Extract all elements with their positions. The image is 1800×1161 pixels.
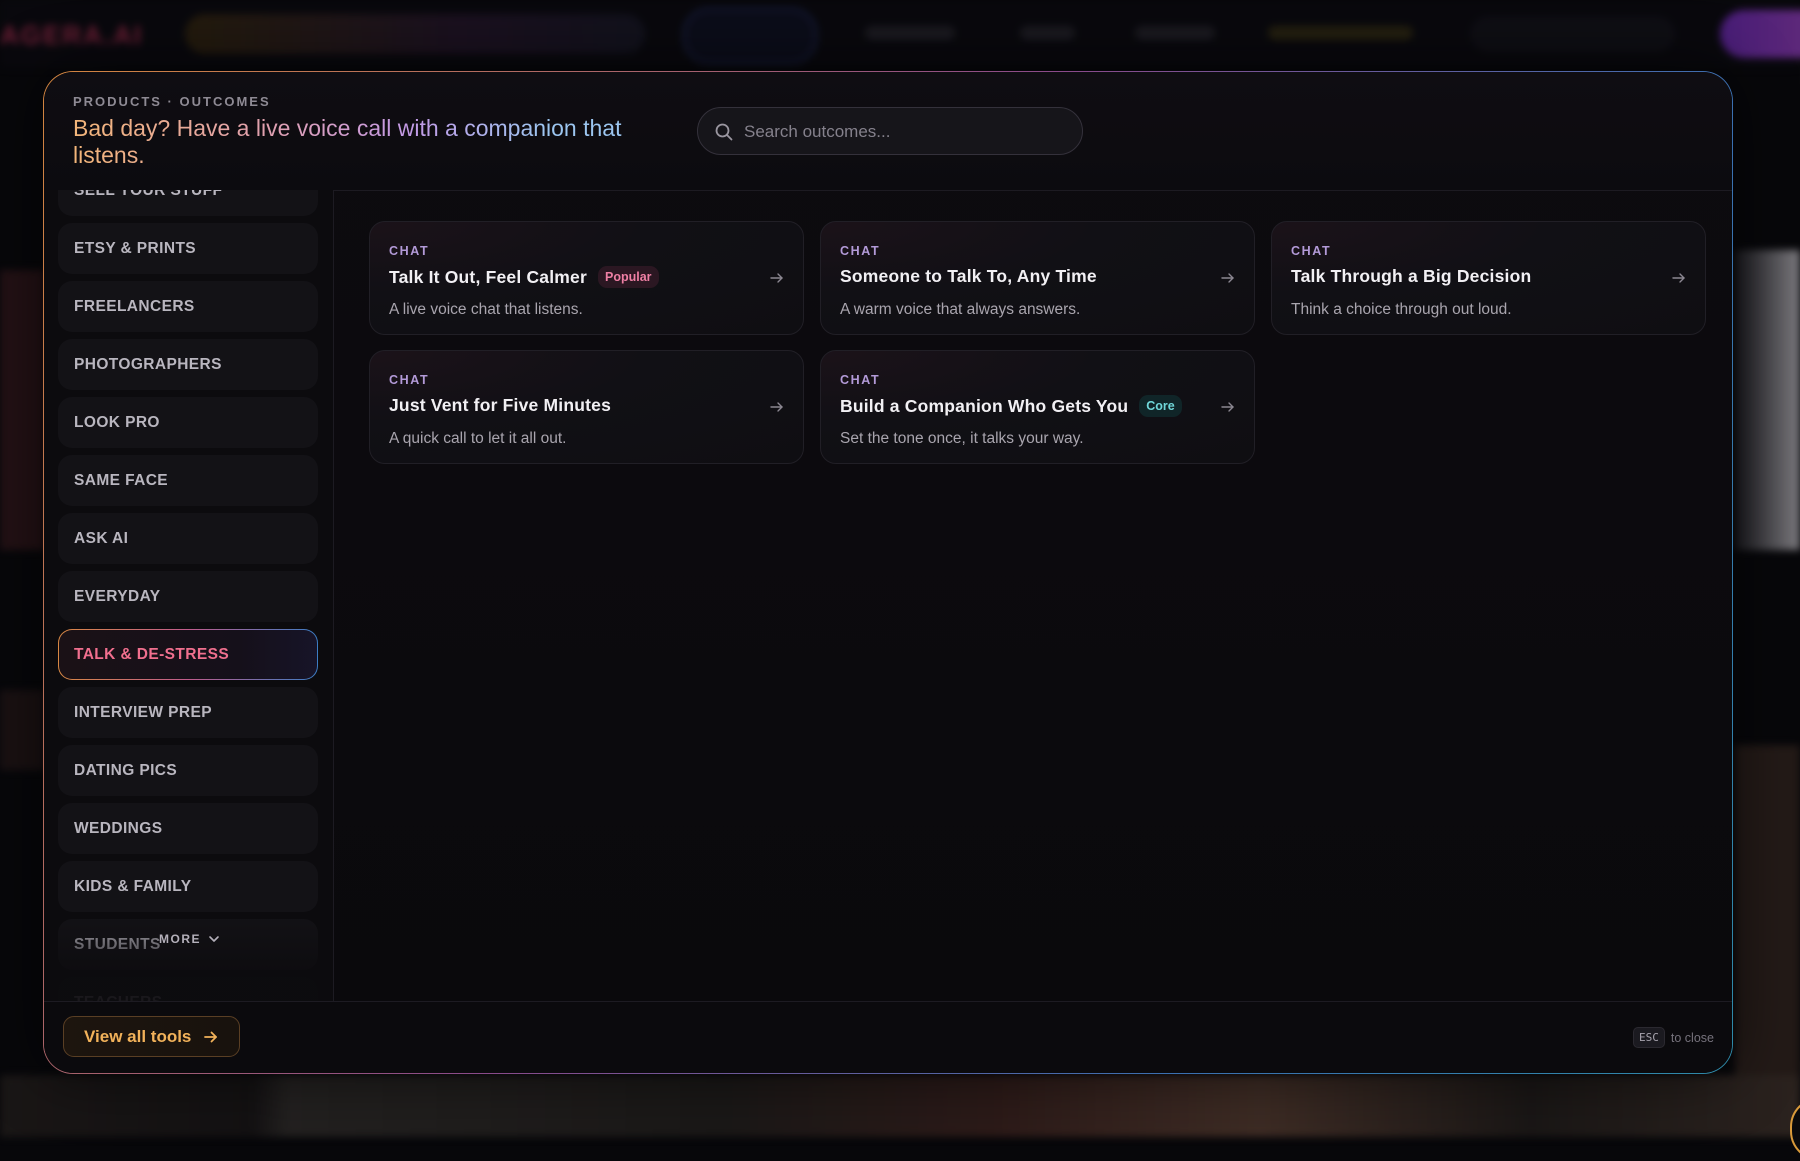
sidebar-item-label: KIDS & FAMILY xyxy=(74,877,192,895)
more-label: MORE xyxy=(159,932,201,946)
sidebar-item-everyday[interactable]: EVERYDAY xyxy=(58,571,318,622)
background-photo xyxy=(1735,745,1800,1075)
card-title-row: Talk Through a Big Decision xyxy=(1291,266,1531,287)
sidebar-item-label: TALK & DE-STRESS xyxy=(74,645,230,663)
outcome-card[interactable]: CHAT Talk Through a Big Decision Think a c… xyxy=(1271,221,1706,335)
card-tag: CHAT xyxy=(389,244,430,258)
card-tag: CHAT xyxy=(1291,244,1332,258)
sidebar-item-label: LOOK PRO xyxy=(74,413,160,431)
sidebar-item-label: SAME FACE xyxy=(74,471,169,489)
arrow-right-icon xyxy=(1221,273,1234,283)
sidebar-item-label: WEDDINGS xyxy=(74,819,163,837)
breadcrumb: PRODUCTS · OUTCOMES xyxy=(73,94,271,109)
background-search xyxy=(1470,16,1675,52)
card-description: Set the tone once, it talks your way. xyxy=(840,430,1084,447)
sidebar-item-weddings[interactable]: WEDDINGS xyxy=(58,803,318,854)
modal-header: PRODUCTS · OUTCOMES Bad day? Have a live… xyxy=(44,72,1732,191)
arrow-right-icon xyxy=(770,402,783,412)
headline: Bad day? Have a live voice call with a c… xyxy=(73,115,633,169)
sidebar-item-sell-your-stuff[interactable]: SELL YOUR STUFF xyxy=(58,190,318,216)
sidebar-item-dating-pics[interactable]: DATING PICS xyxy=(58,745,318,796)
background-promo-banner xyxy=(185,14,645,54)
category-sidebar[interactable]: SELL YOUR STUFF ETSY & PRINTS FREELANCERS P… xyxy=(44,190,334,1004)
esc-hint-text: to close xyxy=(1670,1030,1714,1045)
background-nav-item xyxy=(865,26,955,40)
outcome-card[interactable]: CHAT Talk It Out, Feel Calmer Popular A liv… xyxy=(369,221,804,335)
arrow-right-icon xyxy=(204,1031,218,1042)
search-box[interactable] xyxy=(697,107,1083,155)
search-icon xyxy=(715,123,733,141)
sidebar-item-etsy-prints[interactable]: ETSY & PRINTS xyxy=(58,223,318,274)
outcome-card[interactable]: CHAT Build a Companion Who Gets You Core Se… xyxy=(820,350,1255,464)
view-all-label: View all tools xyxy=(84,1026,192,1046)
search-input[interactable] xyxy=(742,108,1066,155)
card-tag: CHAT xyxy=(840,373,881,387)
card-title-row: Someone to Talk To, Any Time xyxy=(840,266,1097,287)
card-badge: Popular xyxy=(598,266,659,288)
card-title-row: Build a Companion Who Gets You Core xyxy=(840,395,1182,417)
background-products-button xyxy=(683,8,817,64)
card-description: A warm voice that always answers. xyxy=(840,301,1081,318)
sidebar-item-photographers[interactable]: PHOTOGRAPHERS xyxy=(58,339,318,390)
sidebar-item-label: ETSY & PRINTS xyxy=(74,239,197,257)
sidebar-item-label: DATING PICS xyxy=(74,761,178,779)
card-description: A live voice chat that listens. xyxy=(389,301,583,318)
background-nav-item xyxy=(1135,26,1215,40)
arrow-right-icon xyxy=(1221,402,1234,412)
card-badge: Core xyxy=(1139,395,1182,417)
card-title-row: Just Vent for Five Minutes xyxy=(389,395,611,416)
card-title: Build a Companion Who Gets You xyxy=(840,395,1129,416)
more-toggle[interactable]: MORE xyxy=(159,932,220,946)
sidebar-item-kids-family[interactable]: KIDS & FAMILY xyxy=(58,861,318,912)
card-description: A quick call to let it all out. xyxy=(389,430,567,447)
background-photo xyxy=(1735,250,1800,550)
outcome-card[interactable]: CHAT Just Vent for Five Minutes A quick ca… xyxy=(369,350,804,464)
sidebar-item-talk-de-stress[interactable]: TALK & DE-STRESS xyxy=(58,629,318,680)
card-tag: CHAT xyxy=(389,373,430,387)
background-photo-strip xyxy=(0,1075,1800,1137)
category-list: SELL YOUR STUFF ETSY & PRINTS FREELANCERS P… xyxy=(58,190,318,1004)
sidebar-item-label: ASK AI xyxy=(74,529,129,547)
card-title: Talk Through a Big Decision xyxy=(1291,266,1532,286)
sidebar-item-label: EVERYDAY xyxy=(74,587,161,605)
sidebar-item-label: STUDENTS xyxy=(74,935,161,953)
sidebar-item-ask-ai[interactable]: ASK AI xyxy=(58,513,318,564)
sidebar-item-same-face[interactable]: SAME FACE xyxy=(58,455,318,506)
sidebar-item-teachers[interactable]: TEACHERS xyxy=(58,977,318,1004)
esc-hint: ESC to close xyxy=(1633,1027,1714,1048)
card-title: Just Vent for Five Minutes xyxy=(389,395,612,415)
sidebar-item-label: INTERVIEW PREP xyxy=(74,703,212,721)
background-cta-button xyxy=(1720,10,1800,58)
modal-footer: View all tools ESC to close xyxy=(44,1001,1732,1073)
arrow-right-icon xyxy=(1672,273,1685,283)
card-description: Think a choice through out loud. xyxy=(1291,301,1512,318)
view-all-tools-button[interactable]: View all tools xyxy=(63,1016,241,1057)
card-title: Someone to Talk To, Any Time xyxy=(840,266,1097,286)
esc-key: ESC xyxy=(1633,1027,1665,1048)
background-photo xyxy=(0,690,45,770)
card-tag: CHAT xyxy=(840,244,881,258)
background-nav-item xyxy=(1268,26,1413,40)
sidebar-item-label: PHOTOGRAPHERS xyxy=(74,355,222,373)
background-photo xyxy=(0,270,45,550)
background-logo: AGERA.AI xyxy=(0,20,144,50)
chevron-down-icon xyxy=(209,936,219,942)
outcome-card[interactable]: CHAT Someone to Talk To, Any Time A warm v… xyxy=(820,221,1255,335)
sidebar-item-freelancers[interactable]: FREELANCERS xyxy=(58,281,318,332)
card-title: Talk It Out, Feel Calmer xyxy=(389,266,588,287)
sidebar-item-interview-prep[interactable]: INTERVIEW PREP xyxy=(58,687,318,738)
arrow-right-icon xyxy=(770,273,783,283)
background-nav-item xyxy=(1020,26,1075,40)
sidebar-item-look-pro[interactable]: LOOK PRO xyxy=(58,397,318,448)
sidebar-item-label: FREELANCERS xyxy=(74,297,195,315)
outcomes-modal: PRODUCTS · OUTCOMES Bad day? Have a live… xyxy=(43,71,1733,1074)
card-title-row: Talk It Out, Feel Calmer Popular xyxy=(389,266,659,288)
sidebar-item-label: SELL YOUR STUFF xyxy=(74,190,223,199)
